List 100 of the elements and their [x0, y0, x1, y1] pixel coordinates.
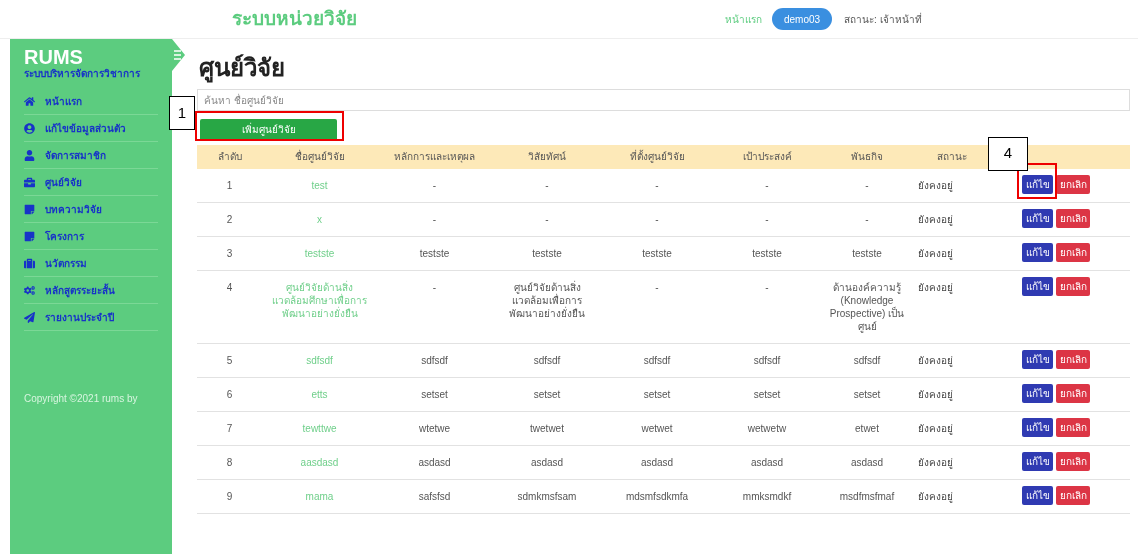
cancel-button[interactable]: ยกเลิก [1056, 208, 1090, 228]
table-cell: sdfsdf [377, 343, 492, 377]
menu-toggle[interactable] [172, 39, 185, 71]
column-header: เป้าประสงค์ [712, 144, 822, 169]
column-header: พันธกิจ [822, 144, 912, 169]
brand-subtitle: ระบบบริหารจัดการวิชาการ [24, 67, 141, 80]
table-cell: - [602, 202, 712, 236]
table-cell: asdasd [492, 445, 602, 479]
callout-label: 4 [988, 136, 1028, 171]
table-cell: testste [822, 236, 912, 270]
callout-label: 1 [169, 96, 195, 130]
status-text: สถานะ: เจ้าหน้าที่ [844, 11, 922, 27]
table-cell: setset [492, 377, 602, 411]
cancel-button[interactable]: ยกเลิก [1056, 349, 1090, 369]
user-icon [24, 149, 35, 161]
cancel-button[interactable]: ยกเลิก [1056, 242, 1090, 262]
status-text: ยังคงอยู่ [912, 343, 992, 377]
column-header: ที่ตั้งศูนย์วิจัย [602, 144, 712, 169]
table-cell: 7 [197, 411, 262, 445]
table-cell: testste [712, 236, 822, 270]
edit-button[interactable]: แก้ไข [1022, 451, 1053, 471]
table-cell: setset [712, 377, 822, 411]
cancel-button[interactable]: ยกเลิก [1056, 485, 1090, 505]
sidebar-item[interactable]: บทความวิจัย [24, 196, 158, 223]
table-cell: - [492, 202, 602, 236]
column-header: ลำดับ [197, 144, 262, 169]
add-button[interactable]: เพิ่มศูนย์วิจัย [200, 118, 337, 141]
sidebar-item[interactable]: โครงการ [24, 223, 158, 250]
app-title: ระบบหน่วยวิจัย [232, 7, 357, 29]
table-cell: wetwetw [712, 411, 822, 445]
table-cell: setset [377, 377, 492, 411]
briefcase-icon [24, 176, 35, 188]
table-cell: asdasd [822, 445, 912, 479]
edit-button[interactable]: แก้ไข [1022, 485, 1053, 505]
sidebar-item[interactable]: หลักสูตรระยะสั้น [24, 277, 158, 304]
home-icon [24, 95, 35, 107]
status-text: ยังคงอยู่ [912, 168, 992, 202]
table-cell: - [492, 168, 602, 202]
table-cell: ศูนย์วิจัยด้านสิ่งแวดล้อมเพื่อการพัฒนาอย่างยั่งยืน [492, 270, 602, 343]
table-cell: 2 [197, 202, 262, 236]
table-cell: 5 [197, 343, 262, 377]
table-cell: sdmkmsfsam [492, 479, 602, 513]
edit-button[interactable]: แก้ไข [1022, 349, 1053, 369]
edit-button[interactable]: แก้ไข [1022, 383, 1053, 403]
cancel-button[interactable]: ยกเลิก [1056, 451, 1090, 471]
user-button[interactable]: demo03 [772, 8, 832, 30]
edit-button[interactable]: แก้ไข [1022, 417, 1053, 437]
copyright-text: Copyright ©2021 rums by [24, 392, 139, 406]
table-cell: - [602, 270, 712, 343]
sidebar-item[interactable]: จัดการสมาชิก [24, 142, 158, 169]
table-cell: - [377, 168, 492, 202]
table-cell: 3 [197, 236, 262, 270]
status-text: ยังคงอยู่ [912, 377, 992, 411]
cancel-button[interactable]: ยกเลิก [1056, 174, 1090, 194]
table-cell: asdasd [602, 445, 712, 479]
column-header: วิสัยทัศน์ [492, 144, 602, 169]
table-cell: 1 [197, 168, 262, 202]
note-icon [24, 230, 35, 242]
edit-button[interactable]: แก้ไข [1022, 174, 1053, 194]
table-cell: 6 [197, 377, 262, 411]
search-field[interactable]: ค้นหา ชื่อศูนย์วิจัย [197, 89, 1130, 111]
suitcase-icon [24, 257, 35, 269]
status-text: ยังคงอยู่ [912, 411, 992, 445]
sidebar-item[interactable]: รายงานประจำปี [24, 304, 158, 331]
sidebar-item[interactable]: นวัตกรรม [24, 250, 158, 277]
edit-button[interactable]: แก้ไข [1022, 276, 1053, 296]
table-cell: - [377, 270, 492, 343]
table-cell: - [822, 202, 912, 236]
status-text: ยังคงอยู่ [912, 445, 992, 479]
cancel-button[interactable]: ยกเลิก [1056, 417, 1090, 437]
column-header: หลักการและเหตุผล [377, 144, 492, 169]
brand-logo: RUMS [24, 47, 84, 67]
paper-plane-icon [24, 311, 35, 323]
table-cell: 8 [197, 445, 262, 479]
table-cell: sdfsdf [822, 343, 912, 377]
sidebar-item[interactable]: แก้ไขข้อมูลส่วนตัว [24, 115, 158, 142]
table-cell: wtetwe [377, 411, 492, 445]
table-cell: mdsmfsdkmfa [602, 479, 712, 513]
edit-button[interactable]: แก้ไข [1022, 208, 1053, 228]
table-cell: msdfmsfmaf [822, 479, 912, 513]
table-cell: testste [602, 236, 712, 270]
table-cell: mmksmdkf [712, 479, 822, 513]
table-cell: setset [822, 377, 912, 411]
table-cell: 9 [197, 479, 262, 513]
status-text: ยังคงอยู่ [912, 202, 992, 236]
table-cell: testste [492, 236, 602, 270]
status-text: ยังคงอยู่ [912, 479, 992, 513]
table-cell: setset [602, 377, 712, 411]
cancel-button[interactable]: ยกเลิก [1056, 276, 1090, 296]
sidebar-item[interactable]: หน้าแรก [24, 88, 158, 115]
sidebar-item[interactable]: ศูนย์วิจัย [24, 169, 158, 196]
table-cell: safsfsd [377, 479, 492, 513]
note-icon [24, 203, 35, 215]
table-cell: sdfsdf [492, 343, 602, 377]
cancel-button[interactable]: ยกเลิก [1056, 383, 1090, 403]
edit-button[interactable]: แก้ไข [1022, 242, 1053, 262]
status-text: ยังคงอยู่ [912, 236, 992, 270]
table-cell: sdfsdf [602, 343, 712, 377]
column-header: ชื่อศูนย์วิจัย [262, 144, 377, 169]
table-cell: 4 [197, 270, 262, 343]
